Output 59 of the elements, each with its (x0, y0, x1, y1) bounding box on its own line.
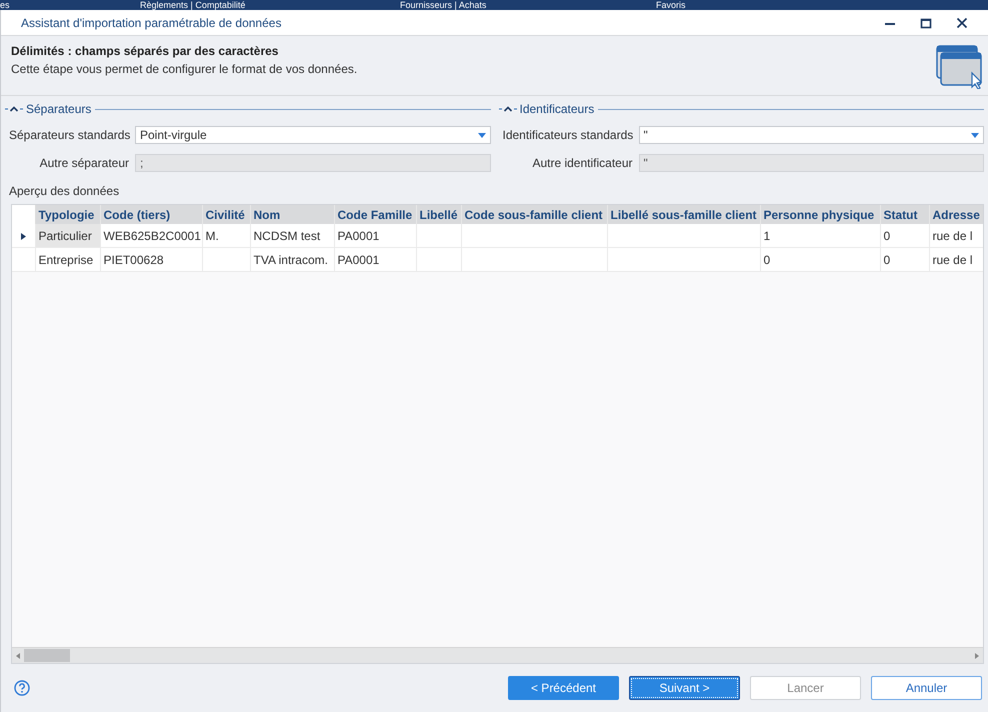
table-cell: Particulier (38, 228, 92, 242)
table-cell: PA0001 (338, 252, 380, 266)
table-cell: 1 (764, 228, 770, 242)
step-title: Délimités : champs séparés par des caractères (11, 44, 280, 58)
background-menu-item[interactable]: Règlements | Comptabilité (140, 0, 400, 10)
column-header[interactable]: Adresse (929, 205, 983, 224)
close-icon[interactable] (956, 16, 968, 28)
windows-cursor-icon (936, 45, 984, 89)
column-header[interactable]: Code Famille (334, 205, 416, 224)
field-label: Autre identificateur (531, 156, 632, 170)
group-title: Identificateurs (520, 102, 594, 116)
help-icon[interactable] (14, 680, 30, 696)
section-label: Aperçu des données (9, 184, 120, 198)
column-header[interactable]: Libellé sous-famille client (607, 205, 760, 224)
table-cell: M. (206, 228, 219, 242)
column-header[interactable]: Typologie (35, 205, 100, 224)
column-header[interactable]: Libellé (416, 205, 461, 224)
table-cell: 0 (884, 252, 890, 266)
scroll-left-icon (16, 652, 20, 658)
column-header[interactable]: Statut (880, 205, 929, 224)
field-label: Séparateurs standards (9, 128, 129, 142)
field-label: Identificateurs standards (502, 128, 632, 142)
wizard-button[interactable]: Annuler (871, 676, 982, 700)
maximize-icon[interactable] (920, 16, 932, 28)
column-header[interactable]: Code sous-famille client (461, 205, 607, 224)
dropdown-field[interactable]: Point-virgule (135, 126, 490, 144)
window-title: Assistant d'importation paramétrable de données (21, 16, 282, 30)
background-menu-item[interactable]: es (0, 0, 140, 10)
column-header[interactable]: Code (tiers) (100, 205, 202, 224)
column-header[interactable]: Civilité (202, 205, 250, 224)
dropdown-field[interactable]: " (638, 126, 984, 144)
dropdown-caret-icon (971, 132, 979, 138)
field-label: Autre séparateur (38, 156, 129, 170)
table-cell: TVA intracom. (254, 252, 328, 266)
dropdown-caret-icon (478, 132, 486, 138)
table-cell: 0 (764, 252, 770, 266)
table-cell: WEB625B2C0001 (104, 228, 201, 242)
dropdown-value: Point-virgule (140, 128, 207, 142)
dropdown-value: " (644, 128, 648, 142)
table-cell: PIET00628 (104, 252, 164, 266)
collapse-icon[interactable] (498, 105, 516, 113)
table-cell: Entreprise (38, 252, 94, 266)
scroll-right-icon (975, 652, 979, 658)
horizontal-scrollbar[interactable] (12, 647, 983, 663)
collapse-icon[interactable] (5, 105, 23, 113)
table-cell: 0 (884, 228, 890, 242)
wizard-button[interactable]: < Précédent (508, 676, 619, 700)
scrollbar-thumb[interactable] (24, 649, 70, 662)
table-cell: PA0001 (338, 228, 380, 242)
table-cell: rue de l (932, 252, 973, 266)
group-title: Séparateurs (26, 102, 92, 116)
column-header[interactable]: Personne physique (760, 205, 880, 224)
table-cell: NCDSM test (254, 228, 320, 242)
background-menu-item[interactable]: Fournisseurs | Achats (400, 0, 656, 10)
column-header[interactable]: Nom (250, 205, 334, 224)
wizard-button[interactable]: Suivant > (629, 676, 740, 700)
step-description: Cette étape vous permet de configurer le format de vos données. (11, 62, 358, 76)
table-cell: rue de l (932, 228, 973, 242)
background-menu-item[interactable]: Favoris (656, 0, 686, 10)
